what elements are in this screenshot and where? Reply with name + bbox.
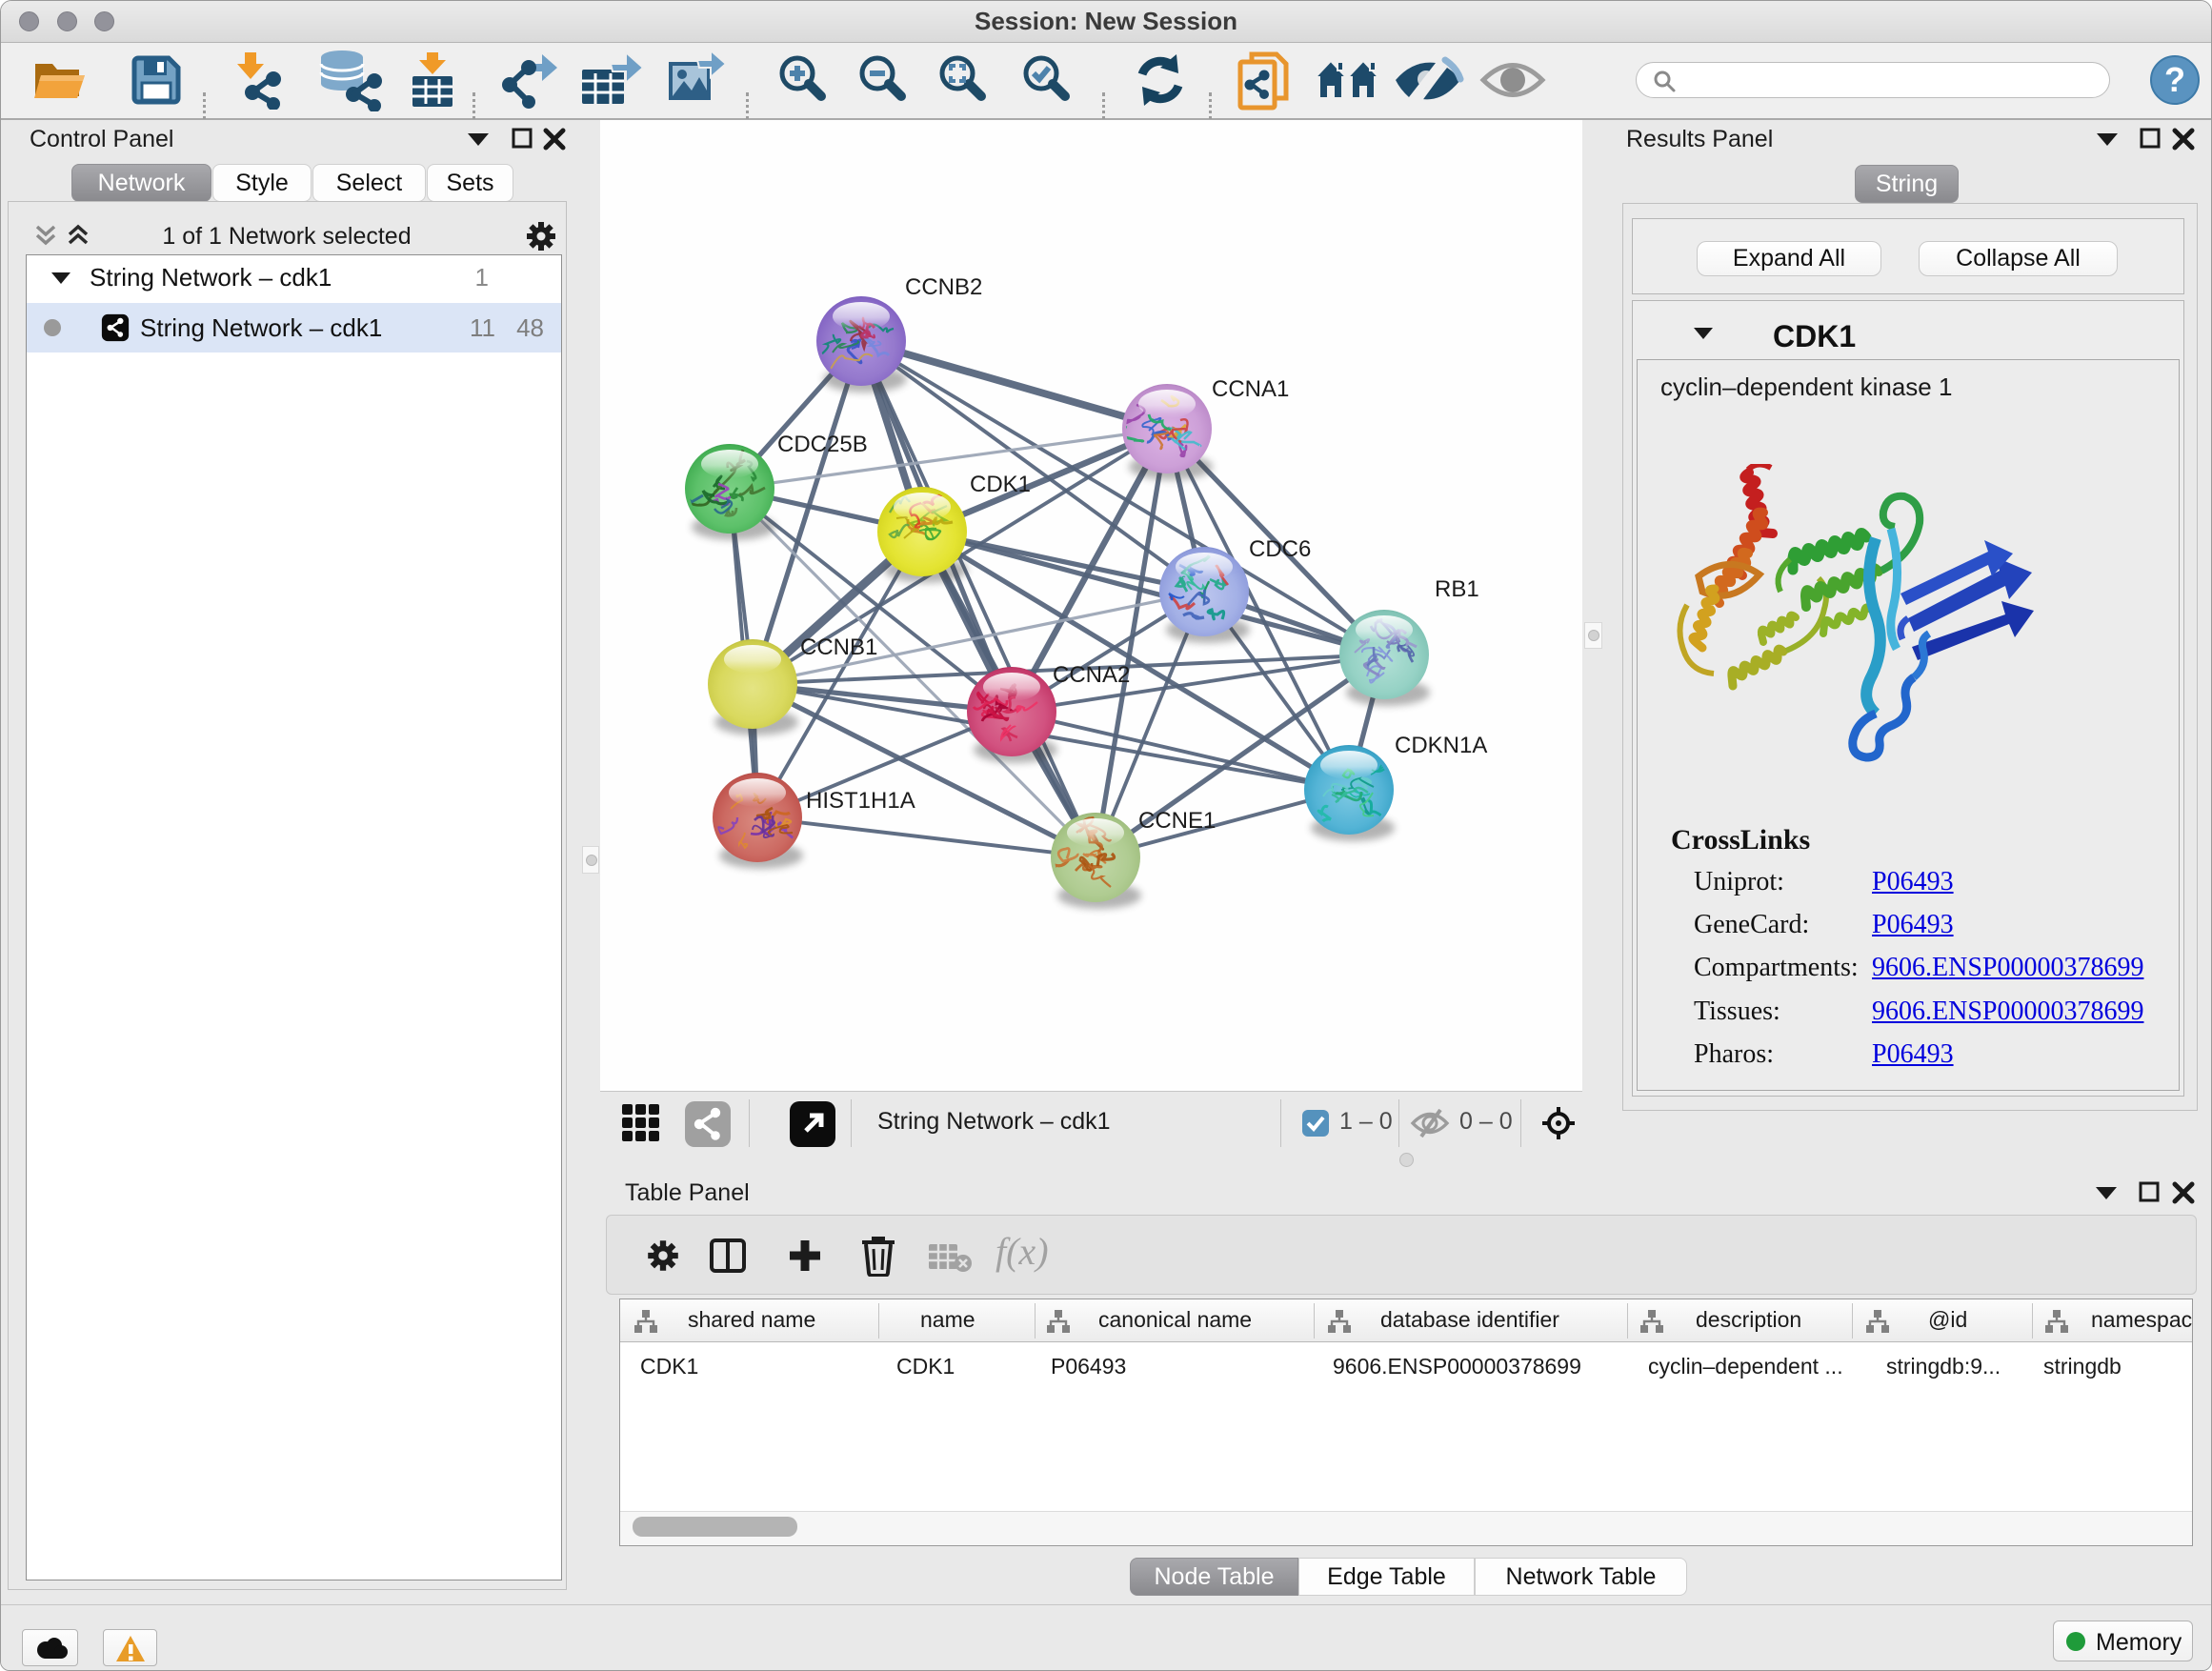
svg-text:CCNA2: CCNA2 — [1053, 662, 1130, 688]
svg-text:CDKN1A: CDKN1A — [1395, 733, 1487, 758]
svg-text:CCNA1: CCNA1 — [1212, 376, 1289, 402]
svg-text:CDC25B: CDC25B — [777, 432, 868, 457]
svg-text:CCNB2: CCNB2 — [905, 274, 982, 300]
svg-text:CDC6: CDC6 — [1249, 536, 1311, 562]
svg-text:RB1: RB1 — [1435, 576, 1479, 602]
svg-text:?: ? — [2164, 60, 2185, 99]
svg-text:CCNE1: CCNE1 — [1138, 808, 1216, 834]
svg-text:HIST1H1A: HIST1H1A — [806, 788, 915, 814]
svg-text:CCNB1: CCNB1 — [800, 634, 877, 660]
svg-text:CDK1: CDK1 — [970, 472, 1031, 497]
